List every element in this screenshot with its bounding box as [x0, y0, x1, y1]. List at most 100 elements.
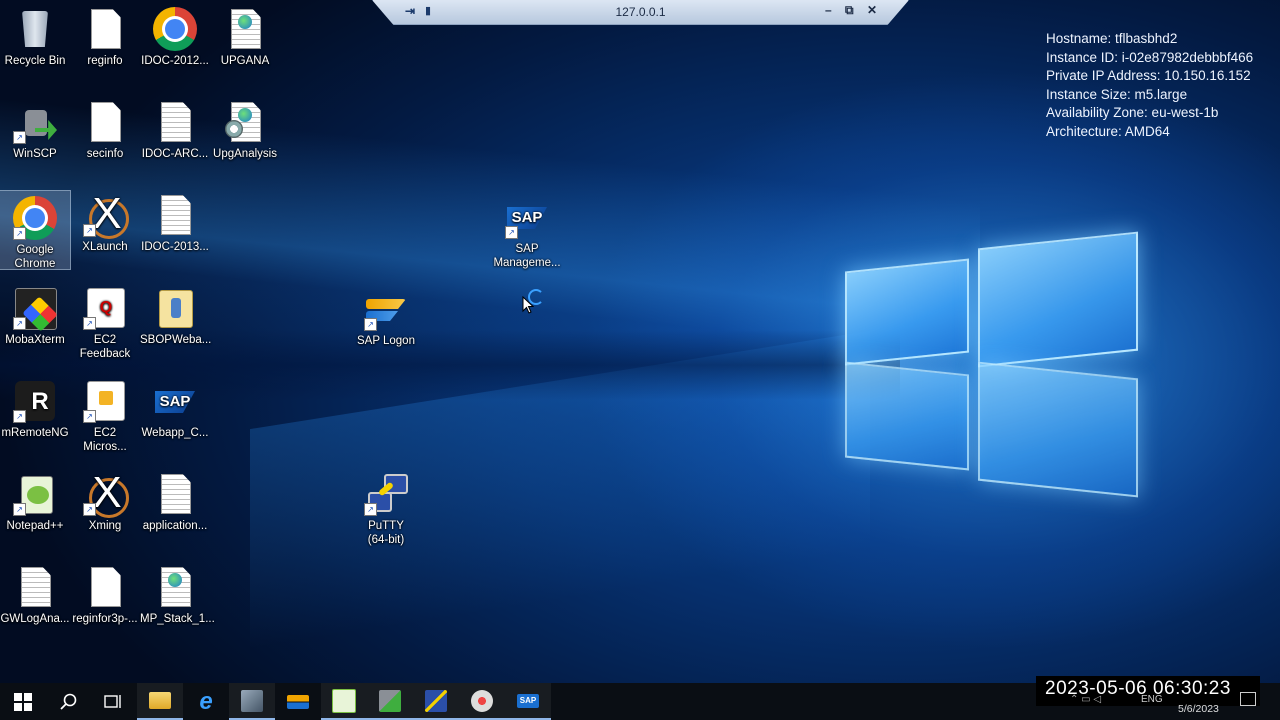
desktop-icon-sbopweba[interactable]: SBOPWeba... — [140, 281, 211, 347]
desktop-icon-xlaunch[interactable]: X ↗ XLaunch — [70, 188, 140, 254]
icon-label: reginfo — [87, 55, 123, 67]
task-view-icon — [104, 694, 121, 708]
taskbar-app-2[interactable] — [459, 683, 505, 720]
aws-icon: ↗ — [83, 379, 127, 423]
task-view-button[interactable] — [90, 683, 136, 720]
taskbar-winscp[interactable] — [367, 683, 413, 720]
notification-icon[interactable] — [1240, 692, 1256, 706]
internet-explorer-icon: e — [199, 687, 213, 715]
icon-label: (64-bit) — [367, 534, 405, 546]
icon-label: application... — [142, 520, 208, 532]
text-file-icon — [13, 565, 57, 609]
app-window-icon — [241, 689, 263, 712]
icon-label: UPGANA — [220, 55, 270, 67]
desktop-icon-sap-logon[interactable]: ↗ SAP Logon — [350, 282, 422, 348]
icon-label: SAP Logon — [357, 335, 415, 347]
shortcut-arrow-icon: ↗ — [13, 227, 26, 240]
remote-connection-bar[interactable]: ⇥ ▮ 127.0.0.1 – ⧉ ✕ — [372, 0, 909, 25]
desktop-icon-upganalysis[interactable]: UpgAnalysis — [210, 95, 280, 161]
winscp-icon — [379, 689, 401, 712]
icon-label: reginfor3p-... — [72, 613, 138, 625]
desktop-icon-application[interactable]: application... — [140, 467, 210, 533]
text-file-icon — [153, 472, 197, 516]
desktop-icon-secinfo[interactable]: secinfo — [70, 95, 140, 161]
desktop-icon-idoc-2012[interactable]: IDOC-2012... — [140, 2, 210, 68]
icon-label: Xming — [88, 520, 122, 532]
desktop-icon-xming[interactable]: X ↗ Xming — [70, 467, 140, 533]
desktop-icon-mp-stack[interactable]: MP_Stack_1... — [140, 560, 215, 626]
taskbar-file-explorer[interactable] — [137, 683, 183, 720]
file-icon — [83, 100, 127, 144]
desktop-icon-ec2-micros[interactable]: ↗ EC2 Micros... — [70, 374, 140, 454]
desktop-icon-putty[interactable]: ↗ PuTTY (64-bit) — [350, 467, 422, 547]
desktop-icon-notepadpp[interactable]: ↗ Notepad++ — [0, 467, 70, 533]
notepadpp-icon — [332, 688, 356, 713]
mouse-cursor-icon — [522, 296, 534, 314]
icon-label: UpgAnalysis — [213, 148, 277, 160]
shortcut-arrow-icon: ↗ — [83, 224, 96, 237]
sap-logon-icon: ↗ — [364, 287, 408, 331]
search-button[interactable] — [46, 683, 92, 720]
minimize-button[interactable]: – — [825, 3, 832, 17]
icon-label: IDOC-2012... — [141, 55, 209, 67]
taskbar-sap-logon[interactable] — [275, 683, 321, 720]
language-indicator[interactable]: ENG — [1141, 694, 1163, 705]
desktop-icon-google-chrome[interactable]: ↗ Google Chrome — [0, 190, 71, 270]
desktop-icon-mremoteng[interactable]: R ↗ mRemoteNG — [0, 374, 70, 440]
shortcut-arrow-icon: ↗ — [364, 318, 377, 331]
icon-label: XLaunch — [82, 241, 128, 253]
icon-label: IDOC-ARC... — [141, 148, 209, 160]
icon-label: Google — [16, 244, 54, 256]
architecture-line: Architecture: AMD64 — [1046, 123, 1170, 139]
desktop-icon-reginfor3p[interactable]: reginfor3p-... — [70, 560, 140, 626]
desktop-icon-winscp[interactable]: ↗ WinSCP — [0, 95, 70, 161]
desktop-icon-idoc-arc[interactable]: IDOC-ARC... — [140, 95, 210, 161]
mremoteng-icon: R ↗ — [13, 379, 57, 423]
taskbar-sap[interactable]: SAP — [505, 683, 551, 720]
shortcut-arrow-icon: ↗ — [505, 226, 518, 239]
desktop-icon-ec2-feedback[interactable]: Q ↗ EC2 Feedback — [70, 281, 140, 361]
taskbar-notepadpp[interactable] — [321, 683, 367, 720]
light-beam — [250, 330, 870, 650]
sap-icon: SAP — [153, 379, 197, 423]
recycle-bin-icon — [13, 7, 57, 51]
chrome-icon — [153, 7, 197, 51]
file-icon — [83, 7, 127, 51]
restore-button[interactable]: ⧉ — [845, 3, 854, 18]
shortcut-arrow-icon: ↗ — [364, 503, 377, 516]
desktop-icon-gwloganalysis[interactable]: GWLogAna... — [0, 560, 70, 626]
sap-logon-icon — [287, 694, 309, 709]
logo-pane — [978, 231, 1138, 368]
logo-pane — [978, 361, 1138, 498]
web-settings-file-icon — [223, 100, 267, 144]
system-tray-icons[interactable]: ⌃ ▭ ◁ — [1070, 694, 1101, 705]
start-button[interactable] — [0, 683, 46, 720]
taskbar-internet-explorer[interactable]: e — [183, 683, 229, 720]
hostname-line: Hostname: tflbasbhd2 — [1046, 31, 1178, 46]
shortcut-arrow-icon: ↗ — [13, 317, 26, 330]
taskbar-app-1[interactable] — [229, 683, 275, 720]
x-server-icon: X ↗ — [83, 470, 129, 518]
desktop-icon-upgana[interactable]: UPGANA — [210, 2, 280, 68]
icon-label: WinSCP — [13, 148, 57, 160]
icon-label: Recycle Bin — [4, 55, 66, 67]
desktop-icon-sap-management[interactable]: SAP ↗ SAP Manageme... — [490, 190, 564, 270]
desktop-icon-mobaxterm[interactable]: ↗ MobaXterm — [0, 281, 70, 347]
icon-label: EC2 — [93, 427, 117, 439]
instance-info: Hostname: tflbasbhd2 Instance ID: i-02e8… — [1046, 30, 1253, 141]
tray-date[interactable]: 5/6/2023 — [1178, 703, 1219, 715]
icon-label: Chrome — [14, 258, 56, 270]
folder-icon — [149, 692, 171, 709]
web-file-icon — [153, 565, 197, 609]
instance-size-line: Instance Size: m5.large — [1046, 86, 1188, 102]
desktop-icon-webapp-c[interactable]: SAP Webapp_C... — [140, 374, 210, 440]
desktop-icon-recycle-bin[interactable]: Recycle Bin — [0, 2, 70, 68]
desktop-icon-idoc-2013[interactable]: IDOC-2013... — [140, 188, 210, 254]
winscp-icon: ↗ — [13, 100, 57, 144]
availability-zone-line: Availability Zone: eu-west-1b — [1046, 105, 1219, 120]
putty-icon — [425, 689, 447, 712]
icon-label: GWLogAna... — [0, 613, 70, 625]
desktop-icon-reginfo[interactable]: reginfo — [70, 2, 140, 68]
close-button[interactable]: ✕ — [867, 3, 877, 17]
taskbar-putty[interactable] — [413, 683, 459, 720]
